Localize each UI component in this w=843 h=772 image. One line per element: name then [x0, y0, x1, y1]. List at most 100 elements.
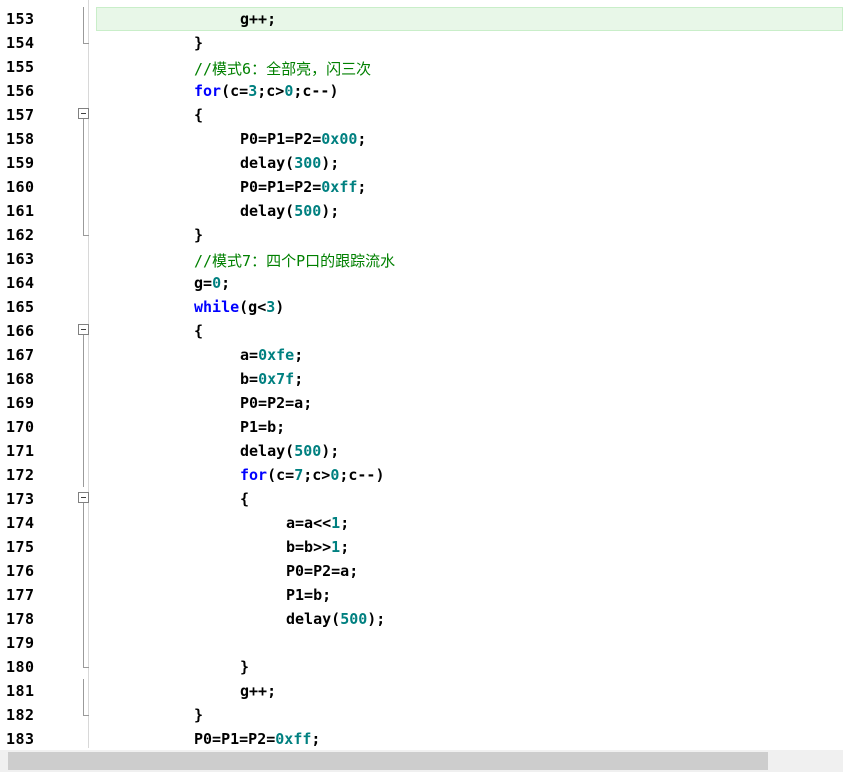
fold-collapse-icon[interactable] — [78, 492, 89, 503]
line-number: 155 — [6, 58, 35, 76]
code-token: { — [194, 106, 204, 124]
code-text[interactable]: } — [194, 706, 203, 724]
code-text[interactable]: for(c=3;c>0;c--) — [194, 82, 339, 100]
code-line[interactable]: 177 P1=b; — [0, 583, 843, 607]
code-text[interactable]: delay(500); — [240, 442, 339, 460]
line-number: 161 — [6, 202, 35, 220]
code-text[interactable]: } — [194, 34, 203, 52]
code-text[interactable]: g=0; — [194, 274, 230, 292]
code-line[interactable]: 168 b=0x7f; — [0, 367, 843, 391]
code-text[interactable]: } — [194, 226, 203, 244]
code-line[interactable]: 154} — [0, 31, 843, 55]
code-text[interactable]: P0=P2=a; — [240, 394, 312, 412]
code-line[interactable]: 175 b=b>>1; — [0, 535, 843, 559]
code-line[interactable]: 171 delay(500); — [0, 439, 843, 463]
code-token: g= — [194, 274, 213, 292]
code-line[interactable]: 163 //模式7：四个P口的跟踪流水 — [0, 247, 843, 271]
code-line[interactable]: 156 for(c=3;c>0;c--) — [0, 79, 843, 103]
code-line[interactable]: 180} — [0, 655, 843, 679]
fold-guide-line — [83, 127, 84, 151]
code-text[interactable]: { — [240, 490, 249, 508]
code-line[interactable]: 169 P0=P2=a; — [0, 391, 843, 415]
code-text[interactable]: P0=P1=P2=0xff; — [194, 730, 320, 748]
code-line[interactable]: 160 P0=P1=P2=0xff; — [0, 175, 843, 199]
fold-guide-line — [83, 463, 84, 487]
code-text[interactable]: while(g<3) — [194, 298, 284, 316]
code-token: a= — [240, 346, 259, 364]
fold-collapse-icon[interactable] — [78, 108, 89, 119]
code-line[interactable]: 167 a=0xfe; — [0, 343, 843, 367]
line-number: 168 — [6, 370, 35, 388]
line-number: 165 — [6, 298, 35, 316]
code-line[interactable]: 172 for(c=7;c>0;c--) — [0, 463, 843, 487]
code-text[interactable]: P0=P2=a; — [286, 562, 358, 580]
code-line[interactable]: 155 //模式6：全部亮，闪三次 — [0, 55, 843, 79]
code-text[interactable]: { — [194, 322, 203, 340]
code-line[interactable]: 174 a=a<<1; — [0, 511, 843, 535]
fold-end-marker — [83, 43, 89, 44]
code-text[interactable]: b=0x7f; — [240, 370, 303, 388]
code-line[interactable]: 165 while(g<3) — [0, 295, 843, 319]
fold-guide-line — [83, 343, 84, 367]
code-text[interactable]: a=a<<1; — [286, 514, 349, 532]
code-text[interactable]: P0=P1=P2=0xff; — [240, 178, 366, 196]
scrollbar-thumb[interactable] — [8, 752, 768, 770]
number-token: 0 — [284, 82, 294, 100]
code-line[interactable]: 173 { — [0, 487, 843, 511]
code-text[interactable]: delay(300); — [240, 154, 339, 172]
number-token: 0xfe — [258, 346, 295, 364]
code-line[interactable]: 182} — [0, 703, 843, 727]
code-line[interactable]: 162} — [0, 223, 843, 247]
code-text[interactable]: for(c=7;c>0;c--) — [240, 466, 385, 484]
code-line[interactable]: 170 P1=b; — [0, 415, 843, 439]
code-line[interactable]: 157 { — [0, 103, 843, 127]
code-text[interactable]: g++; — [240, 10, 276, 28]
code-text[interactable]: a=0xfe; — [240, 346, 303, 364]
fold-guide-line — [83, 607, 84, 631]
code-line[interactable]: 164 g=0; — [0, 271, 843, 295]
number-token: 0x7f — [258, 370, 295, 388]
code-token: ; — [294, 346, 304, 364]
code-token: ; — [357, 178, 367, 196]
code-line[interactable]: 183 P0=P1=P2=0xff; — [0, 727, 843, 748]
code-token: ); — [321, 154, 340, 172]
line-number: 178 — [6, 610, 35, 628]
code-text[interactable]: b=b>>1; — [286, 538, 349, 556]
fold-collapse-icon[interactable] — [78, 324, 89, 335]
line-number: 156 — [6, 82, 35, 100]
code-line[interactable]: 159 delay(300); — [0, 151, 843, 175]
code-line[interactable]: 181 g++; — [0, 679, 843, 703]
code-token: ); — [321, 442, 340, 460]
code-text[interactable]: P1=b; — [286, 586, 331, 604]
code-text[interactable]: P0=P1=P2=0x00; — [240, 130, 366, 148]
horizontal-scrollbar[interactable] — [0, 750, 843, 772]
line-number: 158 — [6, 130, 35, 148]
code-text[interactable]: { — [194, 106, 203, 124]
fold-guide-line — [83, 511, 84, 535]
code-line[interactable]: 161 delay(500); — [0, 199, 843, 223]
code-editor[interactable]: 153 g++; 154} 155 //模式6：全部亮，闪三次 156 for(c=3;c>… — [0, 0, 843, 748]
fold-guide-line — [83, 503, 84, 511]
number-token: 0xff — [321, 178, 358, 196]
line-number: 177 — [6, 586, 35, 604]
code-text[interactable]: delay(500); — [286, 610, 385, 628]
code-line[interactable]: 178 delay(500); — [0, 607, 843, 631]
code-line[interactable]: 176 P0=P2=a; — [0, 559, 843, 583]
code-line[interactable]: 153 g++; — [0, 7, 843, 31]
code-token: b=b>> — [286, 538, 332, 556]
code-line[interactable]: 158 P0=P1=P2=0x00; — [0, 127, 843, 151]
code-text[interactable]: delay(500); — [240, 202, 339, 220]
code-line[interactable]: 179 — [0, 631, 843, 655]
code-line[interactable]: 166 { — [0, 319, 843, 343]
line-number: 157 — [6, 106, 35, 124]
number-token: 500 — [340, 610, 368, 628]
code-text[interactable]: g++; — [240, 682, 276, 700]
code-text[interactable]: } — [240, 658, 249, 676]
code-text[interactable]: //模式7：四个P口的跟踪流水 — [194, 250, 395, 271]
line-number: 176 — [6, 562, 35, 580]
code-text[interactable]: //模式6：全部亮，闪三次 — [194, 58, 371, 79]
code-text[interactable]: P1=b; — [240, 418, 285, 436]
number-token: 500 — [294, 442, 322, 460]
line-number: 163 — [6, 250, 35, 268]
code-token: ;c> — [303, 466, 331, 484]
